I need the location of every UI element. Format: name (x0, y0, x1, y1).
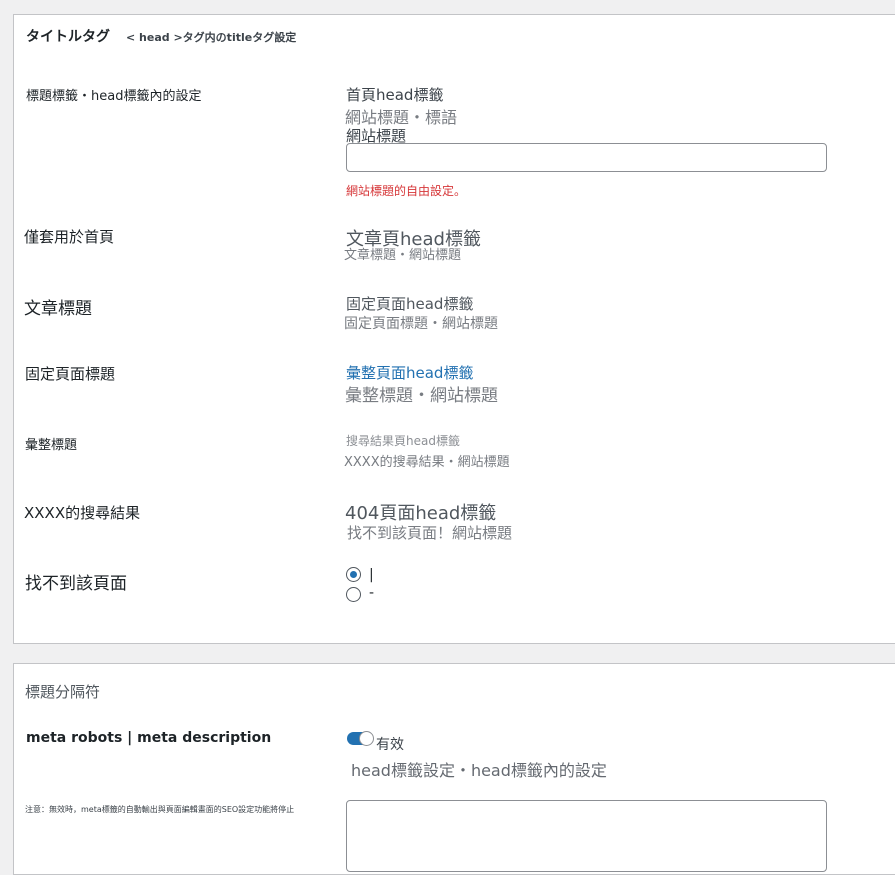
row-label-post-title: 文章標題 (24, 299, 92, 319)
archive-head-value: 彙整標題・網站標題 (345, 386, 498, 406)
row-label-not-found: 找不到該頁面 (25, 574, 127, 594)
row-label-home-only: 僅套用於首頁 (24, 228, 115, 246)
meta-toggle[interactable] (347, 731, 374, 746)
site-title-input[interactable] (346, 143, 827, 172)
row-label-archive-title: 彙整標題 (25, 438, 78, 453)
meta-toggle-label: 有效 (376, 737, 404, 753)
meta-textarea[interactable] (346, 800, 827, 872)
row-label-search-results: XXXX的搜尋結果 (24, 504, 141, 522)
row-label-head-settings: 標題標籤・head標籤內的設定 (26, 89, 202, 104)
row-label-page-title: 固定頁面標題 (25, 365, 116, 383)
meta-note: 注意：無效時，meta標籤的自動輸出與頁面編輯畫面的SEO設定功能將停止 (25, 805, 295, 814)
separator-option-pipe: | (369, 567, 374, 583)
search-head-value: XXXX的搜尋結果・網站標題 (344, 455, 510, 470)
title-tag-panel: タイトルタグ < head >タグ内のtitleタグ設定 標題標籤・head標籤… (13, 14, 895, 644)
separator-option-dash: - (369, 585, 375, 601)
notfound-head-value: 找不到該頁面！網站標題 (347, 524, 513, 542)
post-head-value: 文章標題・網站標題 (344, 248, 462, 263)
archive-head-heading: 彙整頁面head標籤 (346, 364, 474, 382)
section2-title: 標題分隔符 (25, 683, 101, 701)
search-head-heading: 搜尋結果頁head標籤 (346, 434, 460, 448)
separator-panel: 標題分隔符 meta robots | meta description 有效 … (13, 663, 895, 875)
home-head-heading: 首頁head標籤 (346, 86, 444, 104)
site-title-help: 網站標題的自由設定。 (346, 184, 467, 198)
meta-heading: head標籤設定・head標籤內的設定 (351, 761, 607, 780)
page-head-heading: 固定頁面head標籤 (346, 295, 474, 313)
page-head-value: 固定頁面標題・網站標題 (344, 316, 498, 332)
separator-radio-pipe[interactable] (346, 567, 361, 582)
section-subtitle: < head >タグ内のtitleタグ設定 (126, 31, 297, 44)
meta-label: meta robots | meta description (26, 730, 272, 746)
separator-radio-dash[interactable] (346, 587, 361, 602)
section-title: タイトルタグ (26, 29, 110, 45)
